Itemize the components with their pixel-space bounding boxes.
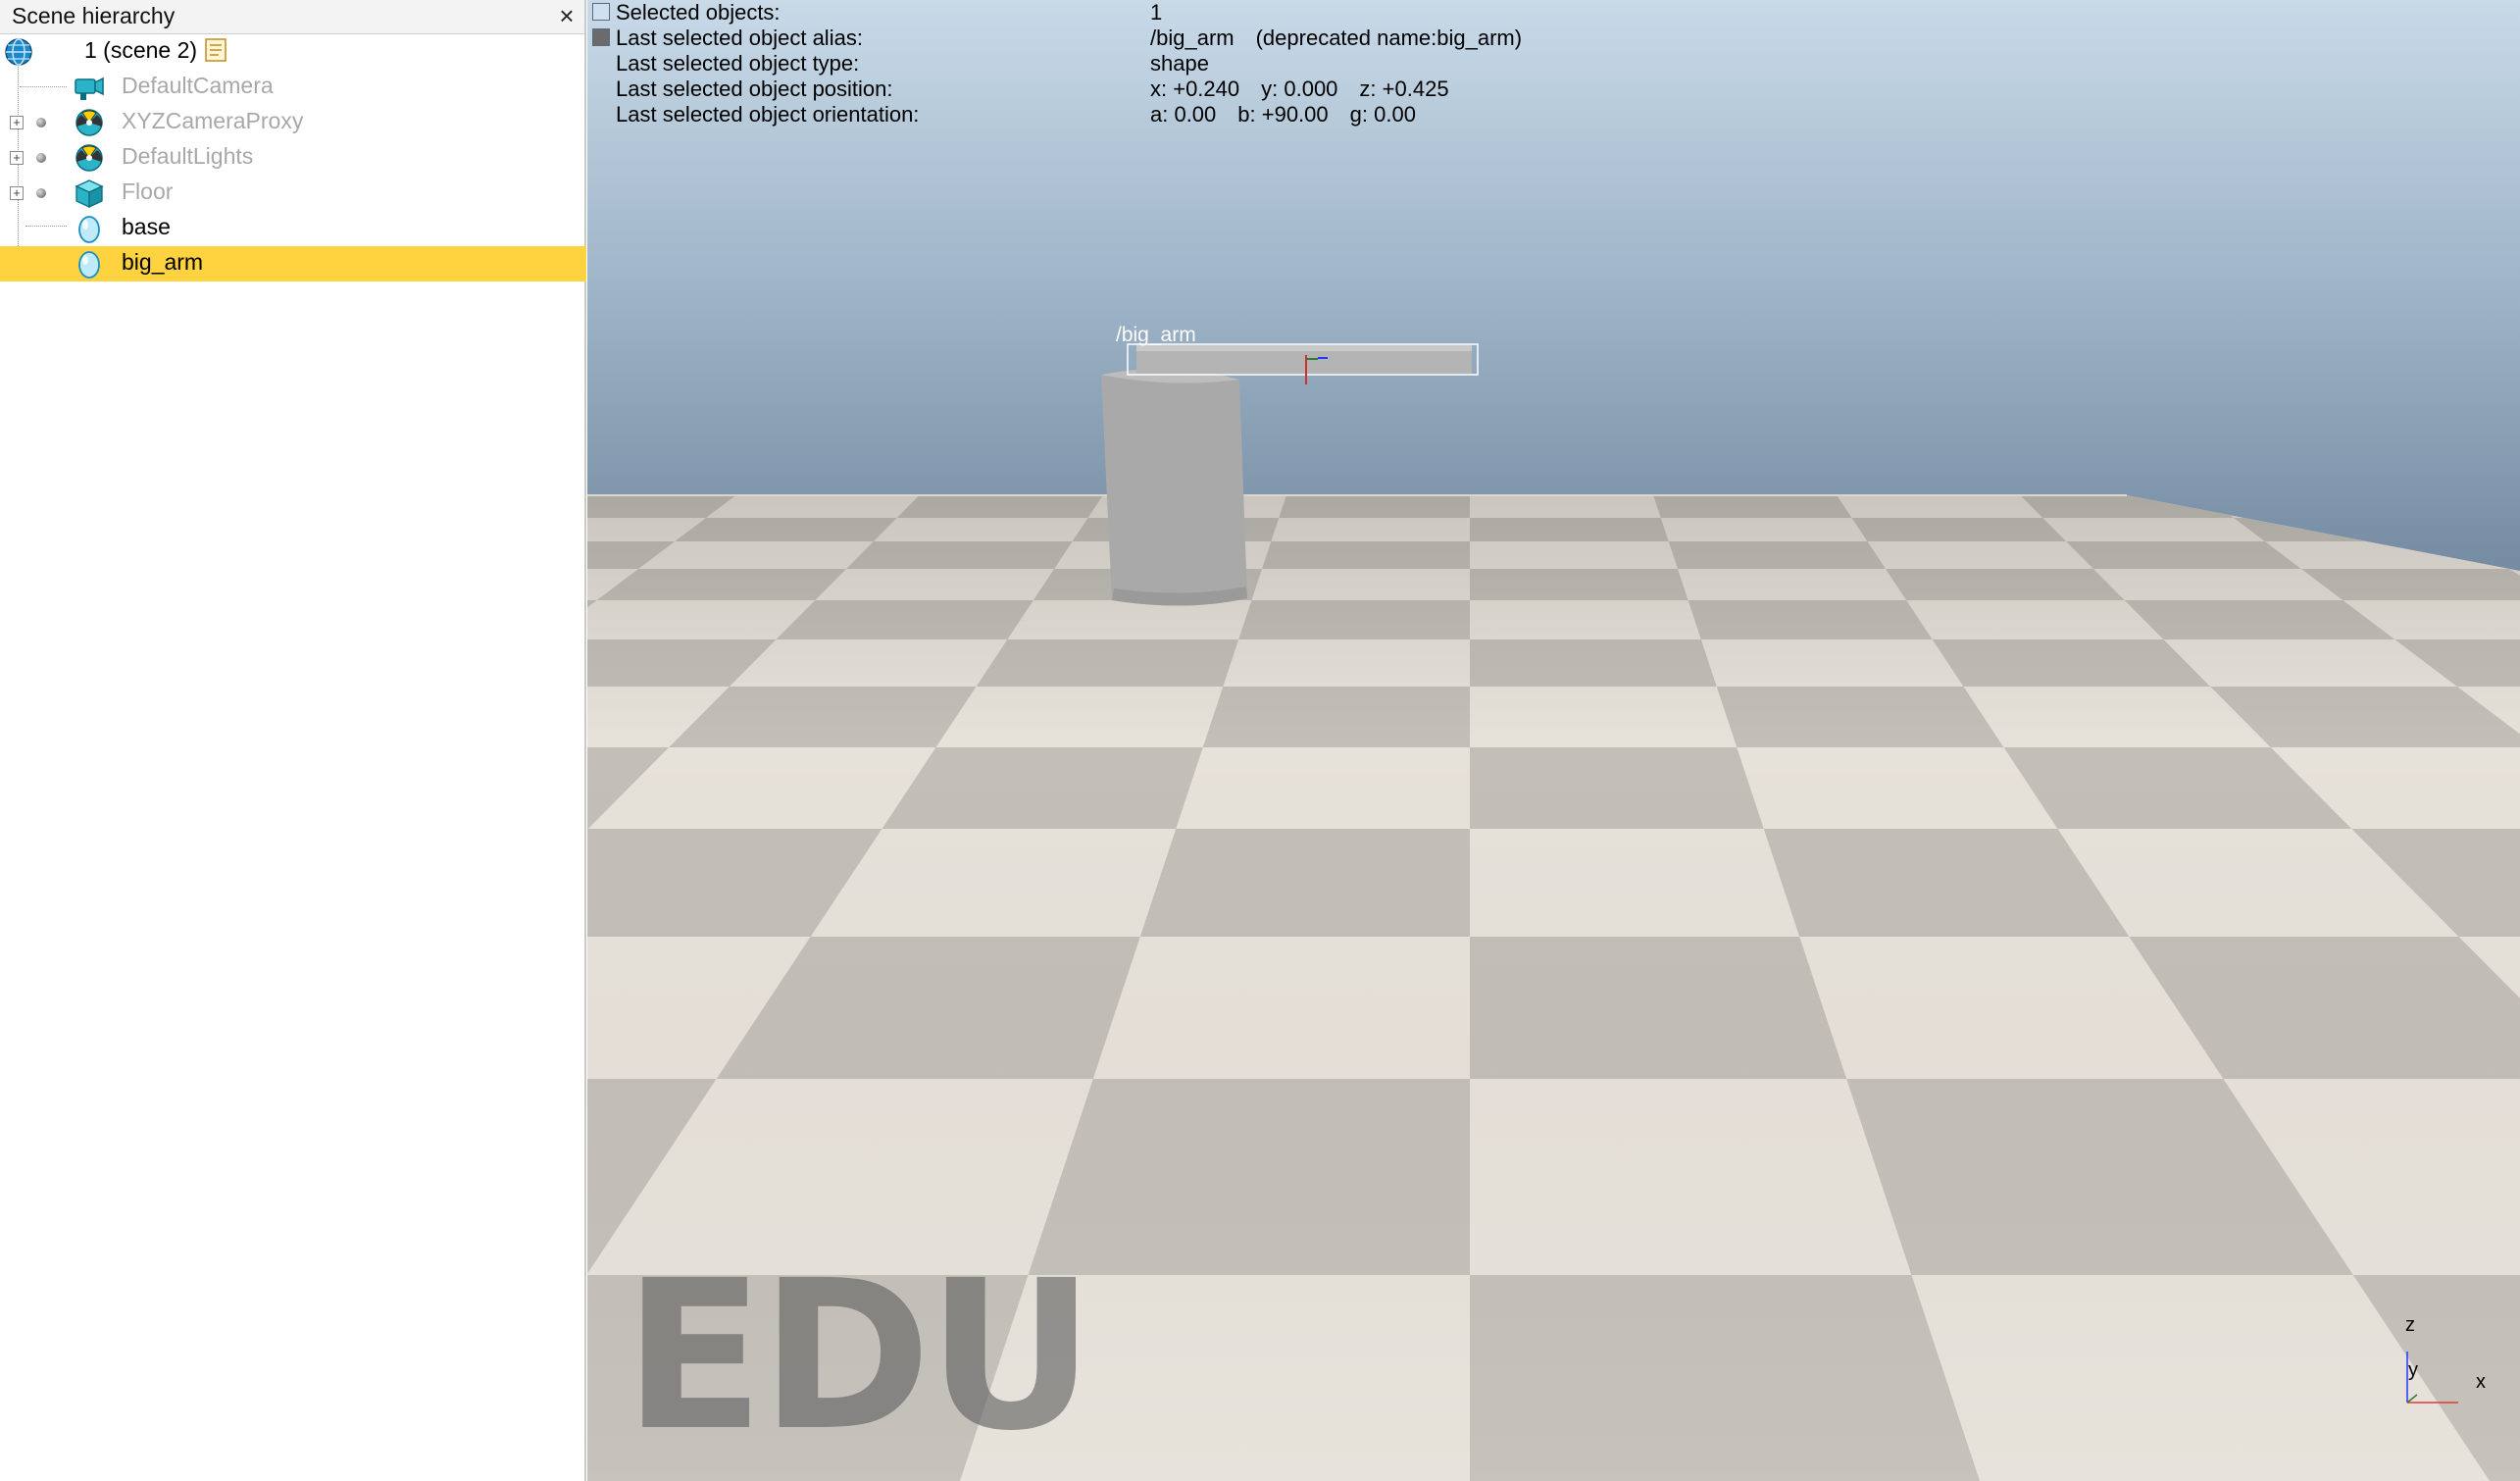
expand-toggle[interactable]: + (10, 151, 24, 165)
visibility-dot-icon (36, 118, 46, 128)
tree-item-label: XYZCameraProxy (122, 108, 304, 133)
scene-viewport[interactable]: Selected objects: 1 Last selected object… (587, 0, 2520, 1481)
info-value-selected-objects: 1 (1150, 0, 1163, 25)
base-cylinder[interactable] (1101, 369, 1247, 606)
axis-z-label: z (2405, 1314, 2415, 1336)
tree-item-floor[interactable]: + Floor (0, 176, 586, 211)
tree-item-defaultlights[interactable]: + DefaultLights (0, 140, 586, 176)
tree-item-label: base (122, 214, 171, 239)
info-value-type: shape (1150, 51, 1209, 76)
hierarchy-header: Scene hierarchy × (0, 0, 584, 34)
dummy-icon (76, 109, 103, 136)
axis-x-label: x (2476, 1371, 2486, 1393)
tree-item-label: big_arm (122, 249, 204, 275)
tree-item-base[interactable]: base (0, 211, 586, 246)
selection-info-overlay: Selected objects: 1 Last selected object… (587, 0, 2520, 128)
info-label-position: Last selected object position: (616, 77, 893, 101)
close-hierarchy-button[interactable]: × (555, 3, 579, 28)
globe-icon (5, 38, 32, 66)
tree-item-scene-root[interactable]: 1 (scene 2) (0, 34, 586, 70)
script-icon[interactable] (202, 35, 229, 63)
expand-toggle[interactable]: + (10, 186, 24, 200)
info-label-orientation: Last selected object orientation: (616, 102, 920, 127)
visibility-dot-icon (36, 153, 46, 163)
info-mode-toggle[interactable] (592, 28, 610, 46)
info-label-type: Last selected object type: (616, 51, 860, 76)
info-value-orientation: a: 0.00 b: +90.00 g: 0.00 (1150, 102, 1416, 127)
tree-item-xyzcameraproxy[interactable]: + XYZCameraProxy (0, 105, 586, 140)
floor-tile (2387, 495, 2520, 518)
scene-hierarchy-panel: Scene hierarchy × 1 (scene 2) DefaultCam… (0, 0, 586, 1481)
object-alias-label: /big_arm (1116, 324, 1196, 346)
info-value-alias: /big_arm (deprecated name:big_arm) (1150, 26, 1523, 50)
camera-icon (75, 77, 104, 100)
info-label-alias: Last selected object alias: (616, 26, 863, 50)
tree-item-label: DefaultCamera (122, 73, 274, 98)
axis-y-label: y (2408, 1359, 2418, 1381)
info-value-position: x: +0.240 y: 0.000 z: +0.425 (1150, 77, 1449, 101)
tree-item-big-arm[interactable]: big_arm (0, 246, 586, 281)
dummy-icon (76, 144, 103, 172)
shape-icon (78, 216, 100, 243)
tree-item-label: 1 (scene 2) (84, 37, 198, 63)
info-label-selected-objects: Selected objects: (616, 0, 781, 25)
cube-icon (75, 179, 104, 209)
info-collapse-toggle[interactable] (592, 3, 610, 21)
expand-toggle[interactable]: + (10, 116, 24, 129)
edu-watermark: EDU (624, 1236, 1094, 1476)
visibility-dot-icon (36, 188, 46, 198)
tree-item-label: Floor (122, 179, 174, 204)
shape-icon (78, 251, 100, 279)
hierarchy-title: Scene hierarchy (12, 3, 176, 28)
tree-item-label: DefaultLights (122, 143, 254, 169)
tree-item-defaultcamera[interactable]: DefaultCamera (0, 70, 586, 105)
